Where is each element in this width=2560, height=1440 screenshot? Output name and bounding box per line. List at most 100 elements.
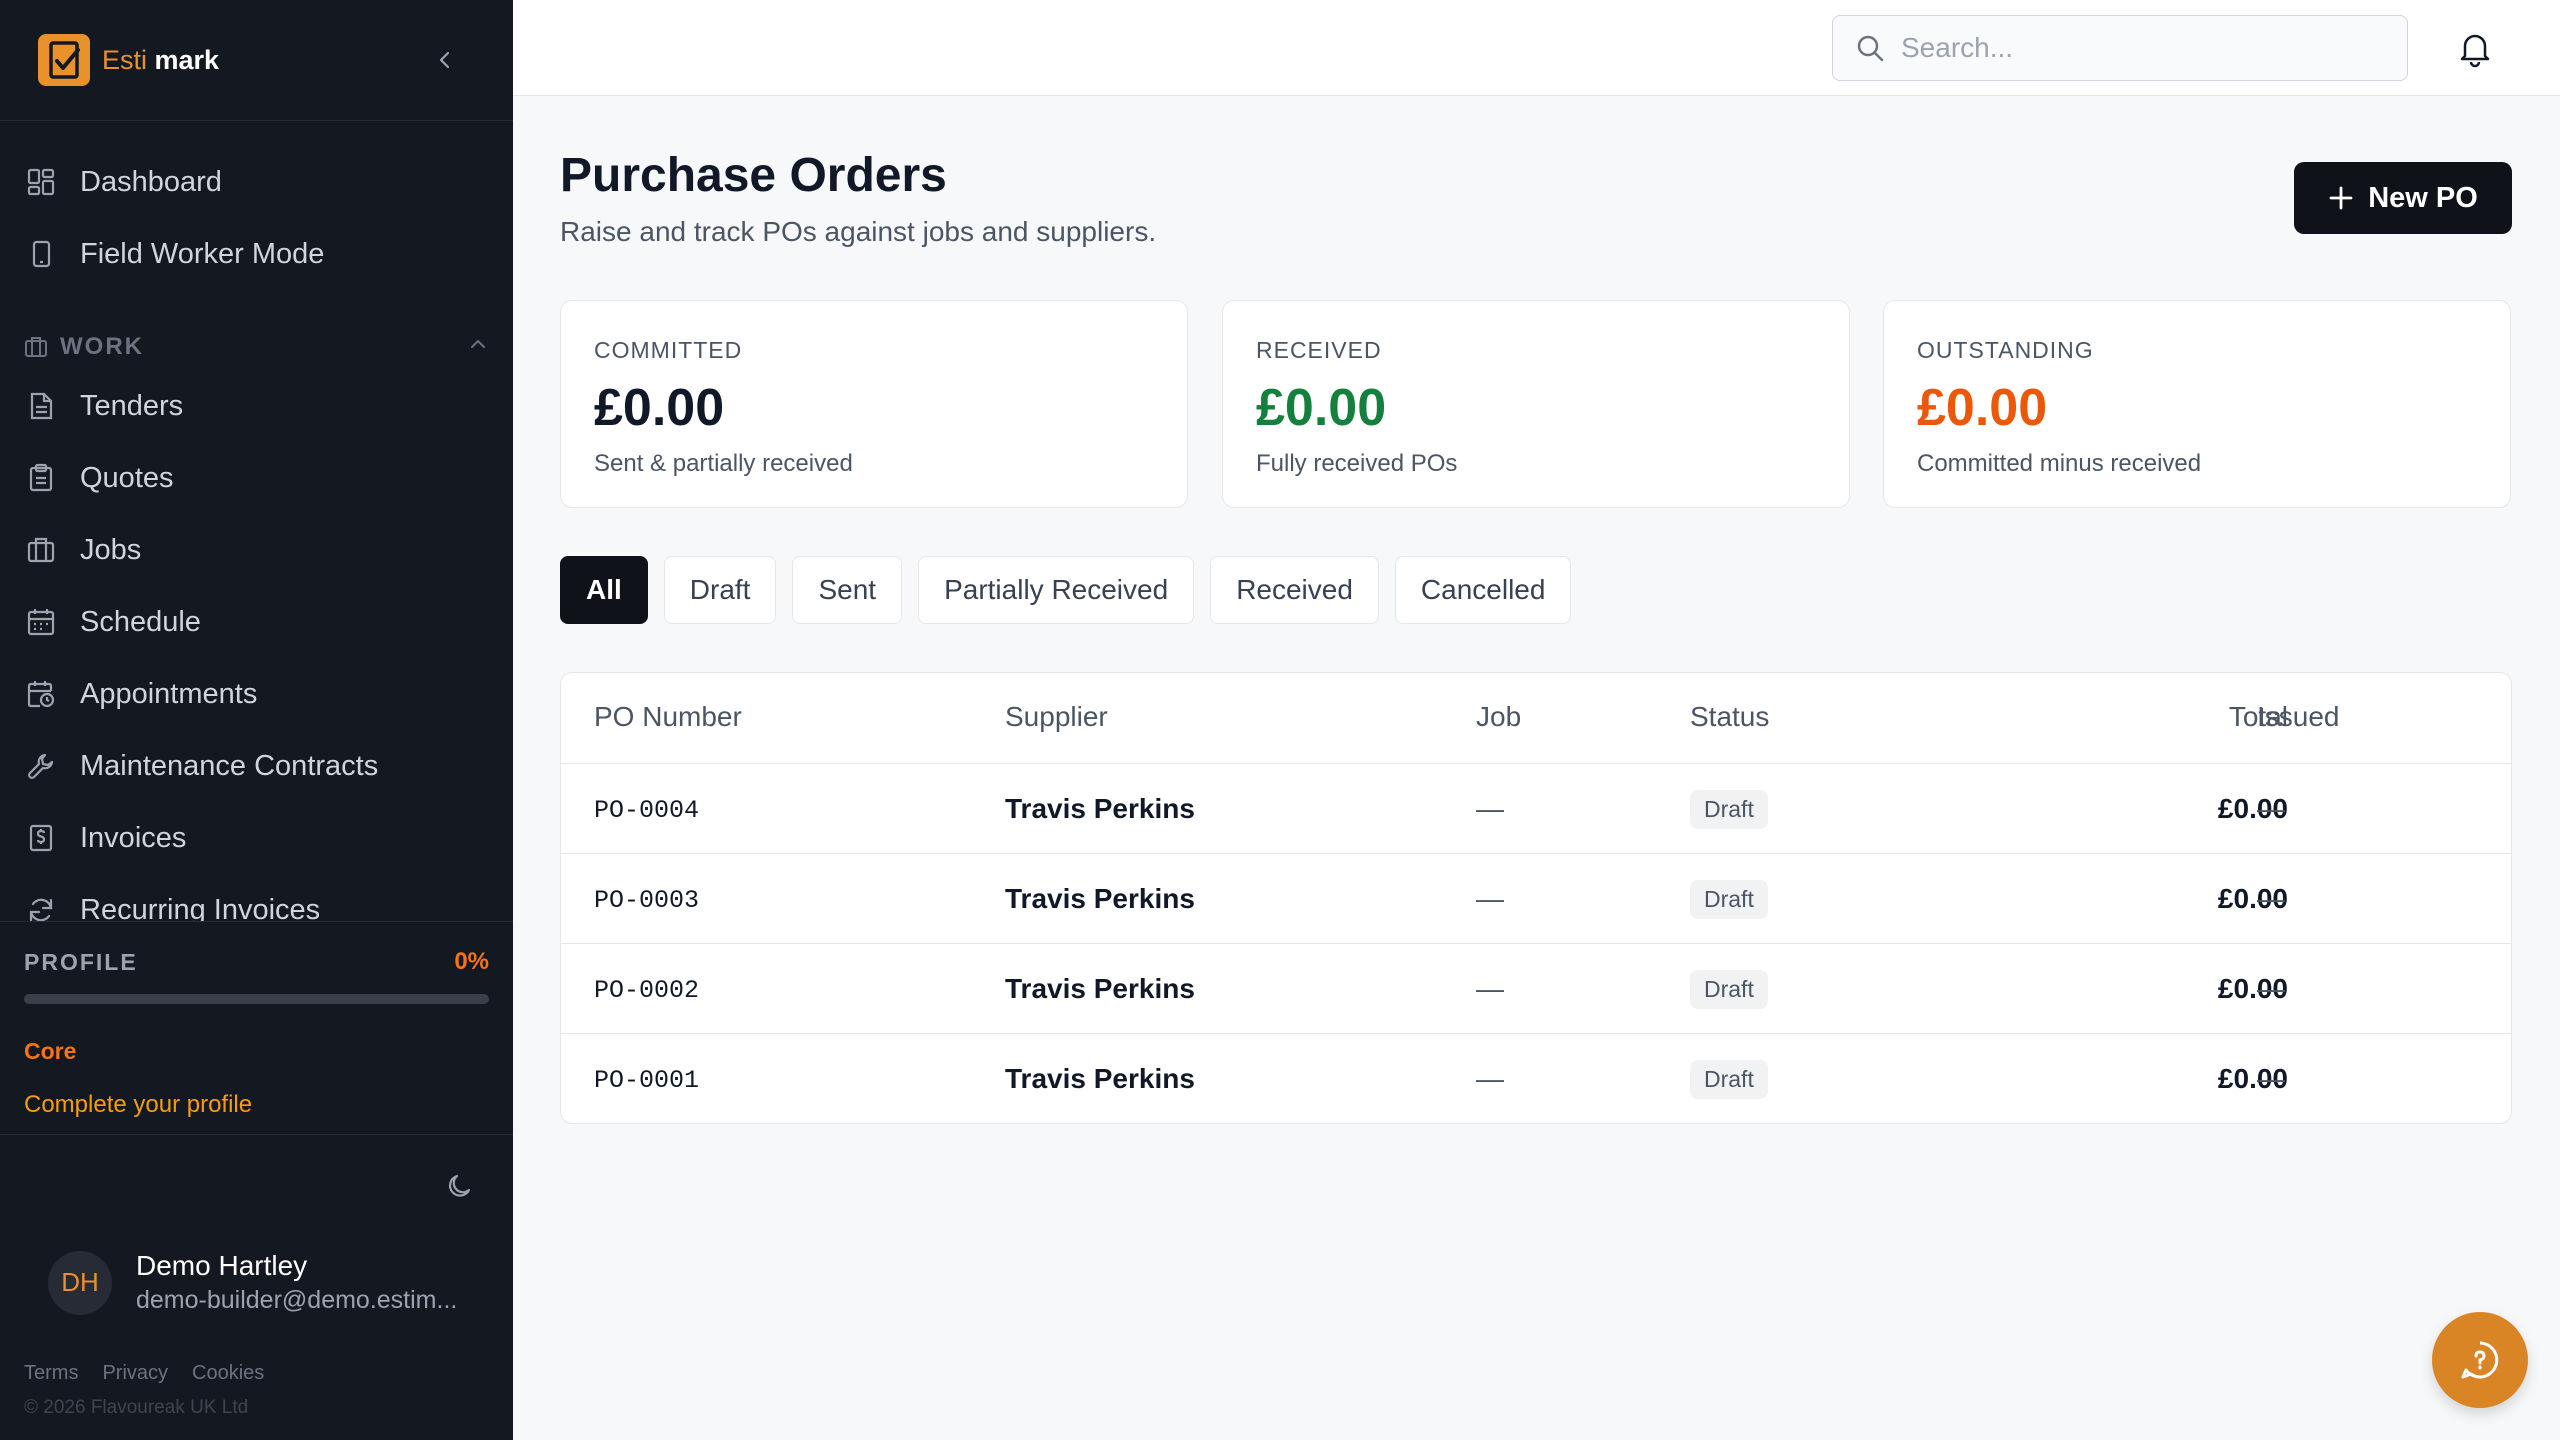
sidebar-item-dashboard[interactable]: Dashboard bbox=[24, 158, 222, 206]
refresh-icon bbox=[24, 893, 58, 921]
phone-icon bbox=[24, 237, 58, 271]
status-badge: Draft bbox=[1690, 790, 1768, 829]
sidebar-item-jobs[interactable]: Jobs bbox=[24, 526, 141, 574]
profile-completion: PROFILE 0% Core Complete your profile bbox=[0, 921, 513, 1135]
dashboard-icon bbox=[24, 165, 58, 199]
clipboard-icon bbox=[24, 461, 58, 495]
profile-percent: 0% bbox=[454, 948, 489, 975]
column-header-supplier[interactable]: Supplier bbox=[1005, 701, 1108, 733]
supplier-name: Travis Perkins bbox=[1005, 973, 1195, 1004]
card-label: COMMITTED bbox=[594, 337, 743, 363]
search-box[interactable] bbox=[1832, 15, 2408, 81]
filter-partially-received[interactable]: Partially Received bbox=[918, 556, 1195, 624]
collapse-sidebar-button[interactable] bbox=[429, 44, 461, 76]
filter-sent[interactable]: Sent bbox=[792, 556, 903, 624]
column-header-issued[interactable]: Issued bbox=[2257, 701, 2340, 733]
sidebar-section-work[interactable]: WORK bbox=[24, 329, 489, 365]
po-number[interactable]: PO-0004 bbox=[594, 796, 699, 825]
invoice-icon bbox=[24, 821, 58, 855]
filter-received[interactable]: Received bbox=[1210, 556, 1379, 624]
sidebar-item-label: Field Worker Mode bbox=[80, 237, 325, 270]
table-row[interactable]: PO-0002 Travis Perkins — Draft £0.00 — bbox=[561, 944, 2511, 1034]
user-menu[interactable]: DH Demo Hartley demo-builder@demo.estim.… bbox=[48, 1250, 466, 1315]
moon-icon bbox=[448, 1174, 471, 1197]
job-value: — bbox=[1476, 1063, 1504, 1094]
notifications-button[interactable] bbox=[2455, 28, 2495, 68]
sidebar-nav: Dashboard Field Worker Mode WORK Tenders bbox=[0, 121, 513, 921]
new-po-button[interactable]: New PO bbox=[2294, 162, 2512, 234]
sidebar-item-maintenance-contracts[interactable]: Maintenance Contracts bbox=[24, 742, 378, 790]
chevron-up-icon bbox=[471, 339, 485, 348]
sidebar-item-appointments[interactable]: Appointments bbox=[24, 670, 257, 718]
received-card: RECEIVED £0.00 Fully received POs bbox=[1222, 300, 1850, 508]
new-po-label: New PO bbox=[2368, 181, 2478, 214]
theme-toggle-button[interactable] bbox=[444, 1171, 476, 1203]
card-label: RECEIVED bbox=[1256, 337, 1382, 363]
search-input[interactable] bbox=[1901, 32, 2381, 64]
profile-tier: Core bbox=[24, 1038, 77, 1064]
sidebar-item-label: Appointments bbox=[80, 677, 258, 710]
wrench-icon bbox=[24, 749, 58, 783]
complete-profile-link[interactable]: Complete your profile bbox=[24, 1091, 489, 1119]
column-header-po-number[interactable]: PO Number bbox=[594, 701, 742, 733]
sidebar: Esti mark Dashboard Field Worker Mode WO… bbox=[0, 0, 513, 1440]
table-header: PO Number Supplier Job Status Total Issu… bbox=[561, 673, 2511, 764]
card-caption: Committed minus received bbox=[1917, 450, 2202, 477]
profile-progress-bar bbox=[24, 994, 489, 1004]
po-number[interactable]: PO-0002 bbox=[594, 976, 699, 1005]
card-label: OUTSTANDING bbox=[1917, 337, 2094, 363]
sidebar-item-label: Invoices bbox=[80, 821, 187, 854]
avatar: DH bbox=[48, 1250, 112, 1315]
po-number[interactable]: PO-0001 bbox=[594, 1066, 699, 1095]
sidebar-item-label: Maintenance Contracts bbox=[80, 749, 379, 782]
card-value: £0.00 bbox=[1917, 379, 2048, 437]
card-caption: Sent & partially received bbox=[594, 450, 853, 477]
table-row[interactable]: PO-0001 Travis Perkins — Draft £0.00 — bbox=[561, 1034, 2511, 1123]
chat-help-icon bbox=[2461, 1341, 2499, 1379]
calendar-icon bbox=[24, 605, 58, 639]
column-header-status[interactable]: Status bbox=[1690, 701, 1769, 733]
sidebar-item-quotes[interactable]: Quotes bbox=[24, 454, 174, 502]
column-header-job[interactable]: Job bbox=[1476, 701, 1521, 733]
sidebar-item-label: Quotes bbox=[80, 461, 174, 494]
issued-value: — bbox=[2257, 883, 2285, 914]
issued-value: — bbox=[2257, 1063, 2285, 1094]
outstanding-card: OUTSTANDING £0.00 Committed minus receiv… bbox=[1883, 300, 2511, 508]
table-row[interactable]: PO-0003 Travis Perkins — Draft £0.00 — bbox=[561, 854, 2511, 944]
briefcase-icon bbox=[24, 533, 58, 567]
sidebar-item-schedule[interactable]: Schedule bbox=[24, 598, 201, 646]
status-badge: Draft bbox=[1690, 880, 1768, 919]
privacy-link[interactable]: Privacy bbox=[102, 1362, 168, 1385]
table-row[interactable]: PO-0004 Travis Perkins — Draft £0.00 — bbox=[561, 764, 2511, 854]
copyright: © 2026 Flavoureak UK Ltd bbox=[24, 1397, 249, 1418]
sidebar-item-recurring-invoices[interactable]: Recurring Invoices bbox=[24, 886, 320, 921]
issued-value: — bbox=[2257, 973, 2285, 1004]
terms-link[interactable]: Terms bbox=[24, 1362, 78, 1385]
sidebar-item-label: Tenders bbox=[80, 389, 184, 422]
top-bar bbox=[513, 0, 2560, 96]
logo-text: Esti mark bbox=[102, 45, 219, 76]
sidebar-item-tenders[interactable]: Tenders bbox=[24, 382, 183, 430]
sidebar-item-label: Jobs bbox=[80, 533, 142, 566]
profile-label: PROFILE bbox=[24, 948, 138, 975]
cookies-link[interactable]: Cookies bbox=[192, 1362, 264, 1385]
status-badge: Draft bbox=[1690, 970, 1768, 1009]
section-label: WORK bbox=[60, 333, 144, 360]
filter-cancelled[interactable]: Cancelled bbox=[1394, 556, 1572, 624]
sidebar-item-label: Schedule bbox=[80, 605, 201, 638]
card-value: £0.00 bbox=[1256, 379, 1387, 437]
po-number[interactable]: PO-0003 bbox=[594, 886, 699, 915]
purchase-orders-table: PO Number Supplier Job Status Total Issu… bbox=[560, 672, 2512, 1124]
sidebar-item-invoices[interactable]: Invoices bbox=[24, 814, 186, 862]
plus-icon bbox=[2329, 186, 2353, 210]
help-chat-button[interactable] bbox=[2432, 1312, 2528, 1408]
bell-icon bbox=[2460, 34, 2490, 68]
filter-all[interactable]: All bbox=[560, 556, 648, 624]
card-value: £0.00 bbox=[594, 379, 725, 437]
sidebar-item-field-worker-mode[interactable]: Field Worker Mode bbox=[24, 230, 324, 278]
filter-draft[interactable]: Draft bbox=[663, 556, 777, 624]
logo-text-left: Esti bbox=[102, 44, 148, 75]
page-title: Purchase Orders bbox=[560, 149, 947, 202]
footer-links: Terms Privacy Cookies bbox=[24, 1362, 264, 1385]
page-subtitle: Raise and track POs against jobs and sup… bbox=[560, 216, 1157, 247]
